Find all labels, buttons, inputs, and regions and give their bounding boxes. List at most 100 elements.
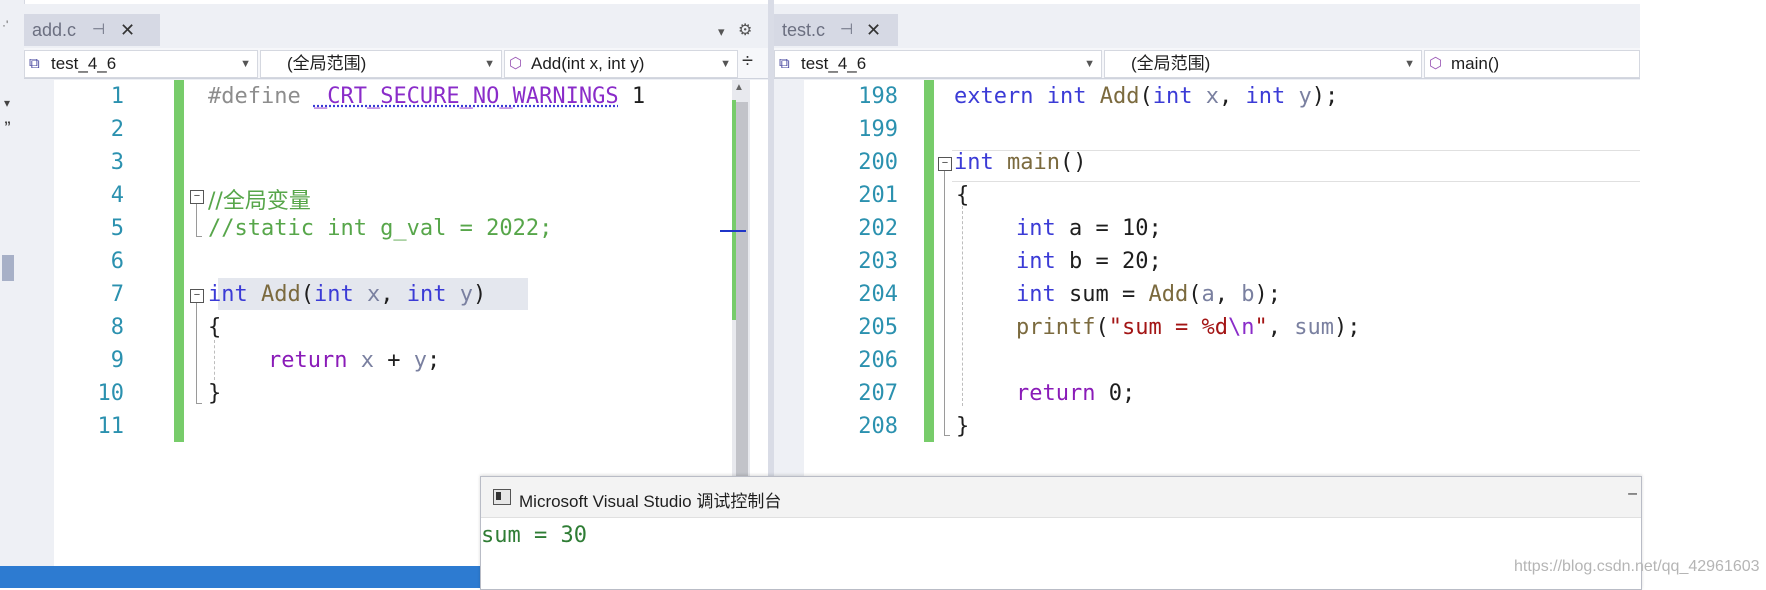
keyword: int	[313, 282, 354, 307]
project-dropdown[interactable]: ⧉ test_4_6 ▼	[24, 50, 258, 78]
fold-toggle-icon[interactable]: −	[190, 190, 204, 204]
parameter: y	[413, 348, 427, 373]
glyph-margin	[24, 80, 54, 570]
debug-console-window[interactable]: Microsoft Visual Studio 调试控制台 – sum = 30	[480, 476, 1642, 590]
function-name: printf	[1016, 315, 1096, 340]
macro-value: 1	[618, 84, 646, 109]
pin-icon[interactable]: ⊣	[92, 14, 105, 46]
keyword: int	[1033, 84, 1087, 109]
line-number: 202	[858, 216, 898, 241]
chevron-down-icon: ▼	[1404, 58, 1415, 70]
punctuation: ,	[380, 282, 407, 307]
scope-dropdown[interactable]: (全局范围) ▼	[260, 50, 502, 78]
code-line-4: //全局变量	[208, 183, 311, 215]
line-number: 4	[110, 183, 124, 208]
code-line-207: return 0;	[1016, 381, 1135, 406]
function-name: Add	[247, 282, 301, 307]
code-line-208: }	[956, 414, 970, 439]
punctuation: )	[472, 282, 487, 307]
statement: a = 10;	[1055, 216, 1162, 241]
punctuation: (	[1188, 282, 1202, 307]
indent-guide	[214, 340, 215, 380]
escape-sequence: \n	[1227, 315, 1255, 340]
punctuation: );	[1333, 315, 1361, 340]
punctuation: ,	[1218, 84, 1246, 109]
member-dropdown[interactable]: ⬡ Add(int x, int y) ▼	[504, 50, 738, 78]
indent-guide	[962, 206, 963, 406]
preprocessor-directive: #define	[208, 84, 314, 109]
line-number: 201	[858, 183, 898, 208]
tab-list-dropdown-icon[interactable]: ▾	[718, 24, 725, 40]
code-line-201: {	[956, 183, 970, 208]
string-literal: "sum = %d	[1108, 315, 1228, 340]
line-number: 10	[97, 381, 125, 406]
operator: +	[373, 348, 414, 373]
console-title-bar[interactable]: Microsoft Visual Studio 调试控制台 –	[481, 477, 1641, 518]
change-tracking-bar	[924, 80, 934, 442]
navigation-bar: ⧉ test_4_6 ▼ (全局范围) ▼ ⬡ Add(int x, int y…	[24, 48, 768, 79]
gear-icon[interactable]: ⚙	[738, 20, 752, 40]
punctuation: ;	[426, 348, 441, 373]
scroll-up-icon[interactable]: ▲	[734, 82, 744, 93]
fold-guide	[944, 171, 945, 435]
split-icon[interactable]: ÷	[742, 50, 753, 73]
project-dropdown[interactable]: ⧉ test_4_6 ▼	[774, 50, 1102, 78]
console-title: Microsoft Visual Studio 调试控制台	[519, 492, 782, 511]
strip-dropdown-glyph[interactable]: ▾	[4, 96, 10, 110]
line-number: 203	[858, 249, 898, 274]
keyword: extern	[954, 84, 1034, 109]
line-number: 207	[858, 381, 898, 406]
fold-guide-end	[196, 236, 202, 237]
tab-test-c[interactable]: test.c ⊣ ✕	[774, 14, 898, 46]
line-number: 208	[858, 414, 898, 439]
variable: sum	[1294, 315, 1334, 340]
close-icon[interactable]: ✕	[866, 14, 881, 46]
tab-add-c[interactable]: add.c ⊣ ✕	[24, 14, 160, 46]
keyword: int	[1016, 282, 1056, 307]
parameter: x	[353, 282, 381, 307]
punctuation: ,	[1214, 282, 1242, 307]
tab-label: test.c	[782, 20, 826, 40]
project-icon: ⧉	[29, 55, 40, 72]
code-line-7: int Add(int x, int y)	[208, 282, 486, 307]
code-line-9: return x + y;	[268, 348, 440, 373]
scope-label: (全局范围)	[1131, 54, 1211, 73]
punctuation: ,	[1267, 315, 1295, 340]
chevron-down-icon: ▼	[1084, 58, 1095, 70]
variable: b	[1241, 282, 1255, 307]
fold-guide	[196, 204, 197, 236]
minimize-icon[interactable]: –	[1628, 485, 1637, 503]
statement: sum =	[1055, 282, 1149, 307]
keyword: return	[1016, 381, 1096, 406]
statement: 0;	[1095, 381, 1136, 406]
code-line-8: {	[208, 315, 222, 340]
line-number: 204	[858, 282, 898, 307]
statement: b = 20;	[1055, 249, 1162, 274]
code-line-5: //static int g_val = 2022;	[208, 216, 552, 241]
member-dropdown[interactable]: ⬡ main()	[1424, 50, 1640, 78]
line-number: 206	[858, 348, 898, 373]
pin-icon[interactable]: ⊣	[840, 14, 853, 46]
scope-dropdown[interactable]: (全局范围) ▼	[1104, 50, 1422, 78]
keyword: int	[406, 282, 447, 307]
line-number: 198	[858, 84, 898, 109]
watermark: https://blog.csdn.net/qq_42961603	[1514, 558, 1760, 575]
function-icon: ⬡	[1429, 55, 1443, 72]
member-label: main()	[1451, 54, 1500, 73]
keyword: int	[1016, 216, 1056, 241]
tab-label: add.c	[32, 20, 77, 40]
strip-scroll-thumb[interactable]	[2, 255, 14, 281]
change-tracking-bar	[174, 80, 184, 442]
function-name: Add	[1148, 282, 1189, 307]
punctuation: );	[1311, 84, 1339, 109]
fold-toggle-icon[interactable]: −	[938, 157, 952, 171]
chevron-down-icon: ▼	[720, 58, 731, 70]
punctuation: (	[1139, 84, 1153, 109]
scroll-thumb[interactable]	[736, 102, 748, 482]
close-icon[interactable]: ✕	[120, 14, 135, 46]
console-app-icon	[493, 489, 511, 505]
fold-toggle-icon[interactable]: −	[190, 289, 204, 303]
line-number: 199	[858, 117, 898, 142]
string-literal: "	[1254, 315, 1268, 340]
outer-side-strip: ·' ▾ ”	[0, 0, 25, 578]
